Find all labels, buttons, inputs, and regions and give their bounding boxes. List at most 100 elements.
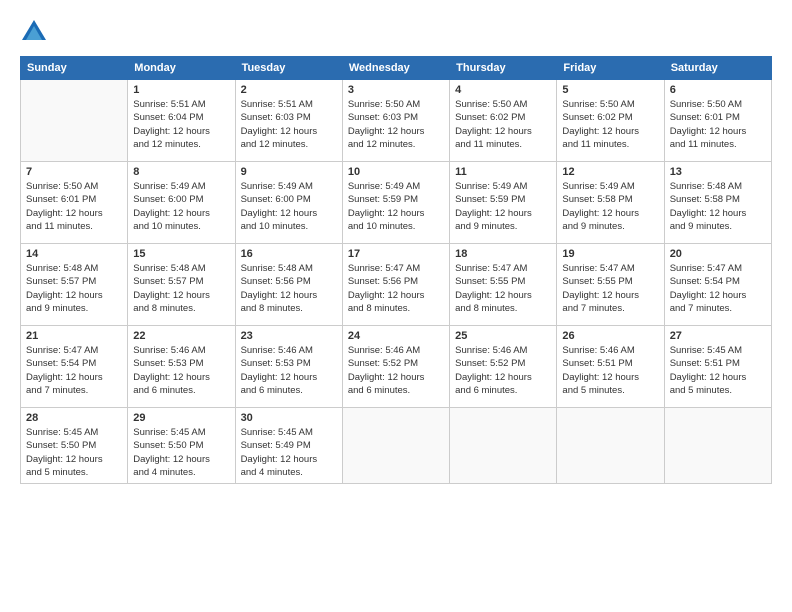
day-number: 10 xyxy=(348,166,444,178)
day-info: Sunrise: 5:51 AM Sunset: 6:03 PM Dayligh… xyxy=(241,98,337,151)
header-cell-thursday: Thursday xyxy=(450,57,557,80)
calendar-cell: 4Sunrise: 5:50 AM Sunset: 6:02 PM Daylig… xyxy=(450,80,557,162)
day-number: 18 xyxy=(455,248,551,260)
day-number: 12 xyxy=(562,166,658,178)
calendar-cell: 10 Sunrise: 5:49 AM Sunset: 5:59 PM Dayli… xyxy=(342,162,449,244)
day-info: Sunrise: 5:50 AM Sunset: 6:01 PM Dayligh… xyxy=(670,98,766,151)
day-number: 14 xyxy=(26,248,122,260)
day-number: 11 xyxy=(455,166,551,178)
day-number: 25 xyxy=(455,330,551,342)
calendar-cell: 14 Sunrise: 5:48 AM Sunset: 5:57 PM Dayli… xyxy=(21,244,128,326)
calendar-cell: 26 Sunrise: 5:46 AM Sunset: 5:51 PM Dayli… xyxy=(557,326,664,408)
calendar-cell: 13 Sunrise: 5:48 AM Sunset: 5:58 PM Dayli… xyxy=(664,162,771,244)
day-number: 8 xyxy=(133,166,229,178)
day-number: 21 xyxy=(26,330,122,342)
day-number: 26 xyxy=(562,330,658,342)
calendar-cell: 12 Sunrise: 5:49 AM Sunset: 5:58 PM Dayli… xyxy=(557,162,664,244)
page-header xyxy=(20,18,772,46)
day-info: Sunrise: 5:50 AM Sunset: 6:01 PM Dayligh… xyxy=(26,180,122,233)
calendar-cell: 7 Sunrise: 5:50 AM Sunset: 6:01 PM Daylig… xyxy=(21,162,128,244)
day-info: Sunrise: 5:46 AM Sunset: 5:52 PM Dayligh… xyxy=(348,344,444,397)
calendar-cell: 27Sunrise: 5:45 AM Sunset: 5:51 PM Dayli… xyxy=(664,326,771,408)
day-info: Sunrise: 5:47 AM Sunset: 5:55 PM Dayligh… xyxy=(562,262,658,315)
calendar-cell: 2 Sunrise: 5:51 AM Sunset: 6:03 PM Daylig… xyxy=(235,80,342,162)
day-info: Sunrise: 5:48 AM Sunset: 5:57 PM Dayligh… xyxy=(26,262,122,315)
header-cell-sunday: Sunday xyxy=(21,57,128,80)
calendar-cell: 30 Sunrise: 5:45 AM Sunset: 5:49 PM Dayli… xyxy=(235,408,342,484)
day-number: 30 xyxy=(241,412,337,424)
header-cell-friday: Friday xyxy=(557,57,664,80)
day-info: Sunrise: 5:50 AM Sunset: 6:02 PM Dayligh… xyxy=(562,98,658,151)
day-number: 9 xyxy=(241,166,337,178)
calendar-header: SundayMondayTuesdayWednesdayThursdayFrid… xyxy=(21,57,772,80)
day-info: Sunrise: 5:46 AM Sunset: 5:53 PM Dayligh… xyxy=(133,344,229,397)
header-cell-tuesday: Tuesday xyxy=(235,57,342,80)
calendar-cell: 21 Sunrise: 5:47 AM Sunset: 5:54 PM Dayli… xyxy=(21,326,128,408)
calendar-week-1: 1Sunrise: 5:51 AM Sunset: 6:04 PM Daylig… xyxy=(21,80,772,162)
day-info: Sunrise: 5:46 AM Sunset: 5:52 PM Dayligh… xyxy=(455,344,551,397)
header-cell-saturday: Saturday xyxy=(664,57,771,80)
header-cell-monday: Monday xyxy=(128,57,235,80)
day-number: 6 xyxy=(670,84,766,96)
day-number: 7 xyxy=(26,166,122,178)
day-info: Sunrise: 5:51 AM Sunset: 6:04 PM Dayligh… xyxy=(133,98,229,151)
day-info: Sunrise: 5:47 AM Sunset: 5:56 PM Dayligh… xyxy=(348,262,444,315)
day-info: Sunrise: 5:47 AM Sunset: 5:54 PM Dayligh… xyxy=(26,344,122,397)
day-number: 29 xyxy=(133,412,229,424)
day-info: Sunrise: 5:48 AM Sunset: 5:57 PM Dayligh… xyxy=(133,262,229,315)
calendar-cell: 5Sunrise: 5:50 AM Sunset: 6:02 PM Daylig… xyxy=(557,80,664,162)
calendar-cell: 18 Sunrise: 5:47 AM Sunset: 5:55 PM Dayli… xyxy=(450,244,557,326)
calendar-cell xyxy=(21,80,128,162)
day-info: Sunrise: 5:49 AM Sunset: 5:59 PM Dayligh… xyxy=(348,180,444,233)
calendar-cell: 11 Sunrise: 5:49 AM Sunset: 5:59 PM Dayli… xyxy=(450,162,557,244)
calendar-cell: 28 Sunrise: 5:45 AM Sunset: 5:50 PM Dayli… xyxy=(21,408,128,484)
calendar-cell xyxy=(557,408,664,484)
calendar-week-5: 28 Sunrise: 5:45 AM Sunset: 5:50 PM Dayli… xyxy=(21,408,772,484)
calendar-cell: 1Sunrise: 5:51 AM Sunset: 6:04 PM Daylig… xyxy=(128,80,235,162)
calendar-cell: 6 Sunrise: 5:50 AM Sunset: 6:01 PM Daylig… xyxy=(664,80,771,162)
calendar-cell: 16Sunrise: 5:48 AM Sunset: 5:56 PM Dayli… xyxy=(235,244,342,326)
day-info: Sunrise: 5:47 AM Sunset: 5:55 PM Dayligh… xyxy=(455,262,551,315)
calendar-week-3: 14 Sunrise: 5:48 AM Sunset: 5:57 PM Dayli… xyxy=(21,244,772,326)
day-number: 23 xyxy=(241,330,337,342)
day-info: Sunrise: 5:49 AM Sunset: 5:58 PM Dayligh… xyxy=(562,180,658,233)
calendar-week-4: 21 Sunrise: 5:47 AM Sunset: 5:54 PM Dayli… xyxy=(21,326,772,408)
calendar-table: SundayMondayTuesdayWednesdayThursdayFrid… xyxy=(20,56,772,484)
day-number: 13 xyxy=(670,166,766,178)
day-info: Sunrise: 5:48 AM Sunset: 5:56 PM Dayligh… xyxy=(241,262,337,315)
day-info: Sunrise: 5:49 AM Sunset: 6:00 PM Dayligh… xyxy=(241,180,337,233)
header-cell-wednesday: Wednesday xyxy=(342,57,449,80)
calendar-cell: 23 Sunrise: 5:46 AM Sunset: 5:53 PM Dayli… xyxy=(235,326,342,408)
calendar-cell: 3 Sunrise: 5:50 AM Sunset: 6:03 PM Daylig… xyxy=(342,80,449,162)
page-container: SundayMondayTuesdayWednesdayThursdayFrid… xyxy=(0,0,792,494)
day-info: Sunrise: 5:47 AM Sunset: 5:54 PM Dayligh… xyxy=(670,262,766,315)
day-number: 22 xyxy=(133,330,229,342)
calendar-cell: 9 Sunrise: 5:49 AM Sunset: 6:00 PM Daylig… xyxy=(235,162,342,244)
calendar-cell: 29Sunrise: 5:45 AM Sunset: 5:50 PM Dayli… xyxy=(128,408,235,484)
day-info: Sunrise: 5:46 AM Sunset: 5:53 PM Dayligh… xyxy=(241,344,337,397)
header-row: SundayMondayTuesdayWednesdayThursdayFrid… xyxy=(21,57,772,80)
day-info: Sunrise: 5:46 AM Sunset: 5:51 PM Dayligh… xyxy=(562,344,658,397)
day-number: 28 xyxy=(26,412,122,424)
day-info: Sunrise: 5:48 AM Sunset: 5:58 PM Dayligh… xyxy=(670,180,766,233)
day-info: Sunrise: 5:49 AM Sunset: 5:59 PM Dayligh… xyxy=(455,180,551,233)
day-number: 15 xyxy=(133,248,229,260)
day-info: Sunrise: 5:45 AM Sunset: 5:50 PM Dayligh… xyxy=(26,426,122,479)
calendar-cell: 15 Sunrise: 5:48 AM Sunset: 5:57 PM Dayli… xyxy=(128,244,235,326)
day-number: 27 xyxy=(670,330,766,342)
day-info: Sunrise: 5:45 AM Sunset: 5:49 PM Dayligh… xyxy=(241,426,337,479)
day-number: 19 xyxy=(562,248,658,260)
calendar-cell xyxy=(664,408,771,484)
calendar-cell: 19 Sunrise: 5:47 AM Sunset: 5:55 PM Dayli… xyxy=(557,244,664,326)
day-number: 20 xyxy=(670,248,766,260)
day-number: 2 xyxy=(241,84,337,96)
logo-icon xyxy=(20,18,48,46)
day-number: 3 xyxy=(348,84,444,96)
calendar-cell: 22 Sunrise: 5:46 AM Sunset: 5:53 PM Dayli… xyxy=(128,326,235,408)
day-number: 4 xyxy=(455,84,551,96)
logo xyxy=(20,18,52,46)
day-info: Sunrise: 5:50 AM Sunset: 6:03 PM Dayligh… xyxy=(348,98,444,151)
calendar-cell: 8Sunrise: 5:49 AM Sunset: 6:00 PM Daylig… xyxy=(128,162,235,244)
calendar-cell xyxy=(342,408,449,484)
calendar-body: 1Sunrise: 5:51 AM Sunset: 6:04 PM Daylig… xyxy=(21,80,772,484)
